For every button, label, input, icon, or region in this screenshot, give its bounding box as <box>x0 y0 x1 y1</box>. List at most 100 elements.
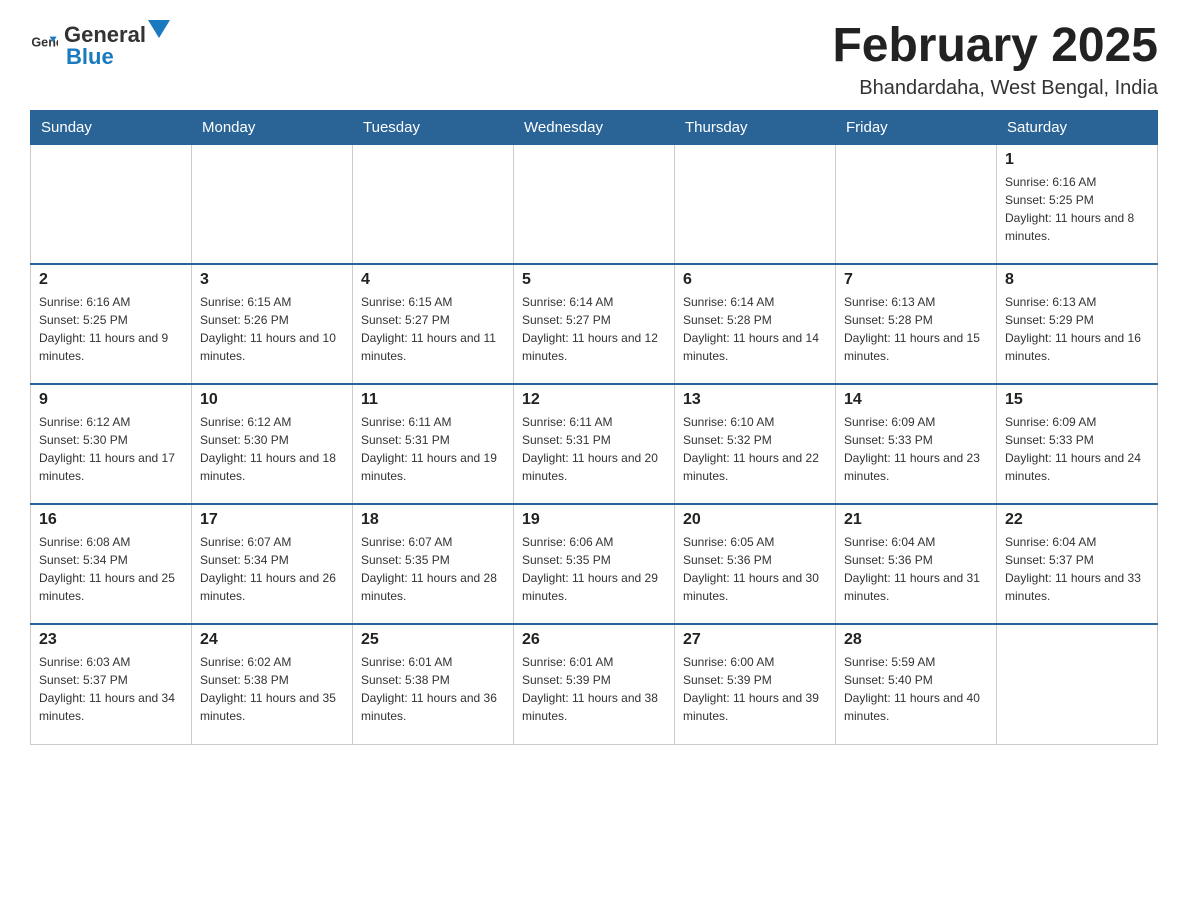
day-number: 23 <box>39 631 183 649</box>
calendar-cell <box>997 624 1158 744</box>
calendar-cell: 15 Sunrise: 6:09 AM Sunset: 5:33 PM Dayli… <box>997 384 1158 504</box>
calendar-week-row: 2 Sunrise: 6:16 AM Sunset: 5:25 PM Daylig… <box>31 264 1158 384</box>
day-number: 9 <box>39 391 183 409</box>
calendar-cell: 19 Sunrise: 6:06 AM Sunset: 5:35 PM Dayli… <box>514 504 675 624</box>
calendar-week-row: 9 Sunrise: 6:12 AM Sunset: 5:30 PM Daylig… <box>31 384 1158 504</box>
day-info: Sunrise: 6:15 AM Sunset: 5:26 PM Dayligh… <box>200 295 336 363</box>
weekday-header-saturday: Saturday <box>997 110 1158 144</box>
calendar-cell: 26Sunrise: 6:01 AM Sunset: 5:39 PM Dayli… <box>514 624 675 744</box>
weekday-header-thursday: Thursday <box>675 110 836 144</box>
day-info: Sunrise: 6:00 AM Sunset: 5:39 PM Dayligh… <box>683 655 819 723</box>
calendar-cell: 25Sunrise: 6:01 AM Sunset: 5:38 PM Dayli… <box>353 624 514 744</box>
day-info: Sunrise: 6:07 AM Sunset: 5:35 PM Dayligh… <box>361 535 497 603</box>
day-info: Sunrise: 6:05 AM Sunset: 5:36 PM Dayligh… <box>683 535 819 603</box>
day-number: 25 <box>361 631 505 649</box>
day-number: 5 <box>522 271 666 289</box>
calendar-table: SundayMondayTuesdayWednesdayThursdayFrid… <box>30 110 1158 745</box>
day-info: Sunrise: 6:16 AM Sunset: 5:25 PM Dayligh… <box>1005 175 1134 243</box>
day-number: 2 <box>39 271 183 289</box>
calendar-cell: 17 Sunrise: 6:07 AM Sunset: 5:34 PM Dayli… <box>192 504 353 624</box>
calendar-cell <box>192 144 353 264</box>
day-number: 10 <box>200 391 344 409</box>
calendar-cell: 20 Sunrise: 6:05 AM Sunset: 5:36 PM Dayli… <box>675 504 836 624</box>
calendar-week-row: 1 Sunrise: 6:16 AM Sunset: 5:25 PM Daylig… <box>31 144 1158 264</box>
day-number: 3 <box>200 271 344 289</box>
logo-triangle-icon <box>148 20 170 42</box>
day-number: 19 <box>522 511 666 529</box>
calendar-cell: 8 Sunrise: 6:13 AM Sunset: 5:29 PM Daylig… <box>997 264 1158 384</box>
weekday-header-tuesday: Tuesday <box>353 110 514 144</box>
day-number: 20 <box>683 511 827 529</box>
day-info: Sunrise: 6:11 AM Sunset: 5:31 PM Dayligh… <box>361 415 497 483</box>
calendar-cell: 6Sunrise: 6:14 AM Sunset: 5:28 PM Daylig… <box>675 264 836 384</box>
calendar-cell: 5 Sunrise: 6:14 AM Sunset: 5:27 PM Daylig… <box>514 264 675 384</box>
calendar-cell <box>675 144 836 264</box>
day-info: Sunrise: 6:04 AM Sunset: 5:36 PM Dayligh… <box>844 535 980 603</box>
calendar-cell: 28 Sunrise: 5:59 AM Sunset: 5:40 PM Dayli… <box>836 624 997 744</box>
calendar-cell: 21 Sunrise: 6:04 AM Sunset: 5:36 PM Dayli… <box>836 504 997 624</box>
day-info: Sunrise: 6:06 AM Sunset: 5:35 PM Dayligh… <box>522 535 658 603</box>
calendar-week-row: 16Sunrise: 6:08 AM Sunset: 5:34 PM Dayli… <box>31 504 1158 624</box>
day-number: 24 <box>200 631 344 649</box>
calendar-cell: 11 Sunrise: 6:11 AM Sunset: 5:31 PM Dayli… <box>353 384 514 504</box>
day-info: Sunrise: 6:12 AM Sunset: 5:30 PM Dayligh… <box>39 415 175 483</box>
day-number: 14 <box>844 391 988 409</box>
day-info: Sunrise: 6:13 AM Sunset: 5:29 PM Dayligh… <box>1005 295 1141 363</box>
day-number: 27 <box>683 631 827 649</box>
calendar-cell: 24 Sunrise: 6:02 AM Sunset: 5:38 PM Dayli… <box>192 624 353 744</box>
logo-blue-text: Blue <box>66 44 114 69</box>
month-title: February 2025 <box>832 20 1158 73</box>
day-number: 28 <box>844 631 988 649</box>
calendar-cell: 3 Sunrise: 6:15 AM Sunset: 5:26 PM Daylig… <box>192 264 353 384</box>
day-number: 4 <box>361 271 505 289</box>
day-info: Sunrise: 6:09 AM Sunset: 5:33 PM Dayligh… <box>1005 415 1141 483</box>
day-info: Sunrise: 6:14 AM Sunset: 5:27 PM Dayligh… <box>522 295 658 363</box>
day-number: 1 <box>1005 151 1149 169</box>
day-info: Sunrise: 6:09 AM Sunset: 5:33 PM Dayligh… <box>844 415 980 483</box>
calendar-cell: 16Sunrise: 6:08 AM Sunset: 5:34 PM Dayli… <box>31 504 192 624</box>
weekday-header-monday: Monday <box>192 110 353 144</box>
weekday-header-friday: Friday <box>836 110 997 144</box>
calendar-cell <box>836 144 997 264</box>
day-info: Sunrise: 6:01 AM Sunset: 5:39 PM Dayligh… <box>522 655 658 723</box>
calendar-cell <box>514 144 675 264</box>
day-info: Sunrise: 6:04 AM Sunset: 5:37 PM Dayligh… <box>1005 535 1141 603</box>
calendar-cell: 1 Sunrise: 6:16 AM Sunset: 5:25 PM Daylig… <box>997 144 1158 264</box>
day-number: 6 <box>683 271 827 289</box>
calendar-cell: 9 Sunrise: 6:12 AM Sunset: 5:30 PM Daylig… <box>31 384 192 504</box>
calendar-cell <box>31 144 192 264</box>
title-area: February 2025 Bhandardaha, West Bengal, … <box>832 20 1158 100</box>
day-number: 8 <box>1005 271 1149 289</box>
logo-icon: General <box>30 31 58 59</box>
calendar-cell: 12Sunrise: 6:11 AM Sunset: 5:31 PM Dayli… <box>514 384 675 504</box>
weekday-header-wednesday: Wednesday <box>514 110 675 144</box>
day-number: 12 <box>522 391 666 409</box>
day-number: 13 <box>683 391 827 409</box>
day-info: Sunrise: 6:02 AM Sunset: 5:38 PM Dayligh… <box>200 655 336 723</box>
calendar-cell: 7 Sunrise: 6:13 AM Sunset: 5:28 PM Daylig… <box>836 264 997 384</box>
day-info: Sunrise: 5:59 AM Sunset: 5:40 PM Dayligh… <box>844 655 980 723</box>
day-info: Sunrise: 6:08 AM Sunset: 5:34 PM Dayligh… <box>39 535 175 603</box>
day-number: 7 <box>844 271 988 289</box>
day-number: 18 <box>361 511 505 529</box>
day-info: Sunrise: 6:10 AM Sunset: 5:32 PM Dayligh… <box>683 415 819 483</box>
calendar-cell: 27 Sunrise: 6:00 AM Sunset: 5:39 PM Dayli… <box>675 624 836 744</box>
day-info: Sunrise: 6:16 AM Sunset: 5:25 PM Dayligh… <box>39 295 168 363</box>
calendar-cell: 2 Sunrise: 6:16 AM Sunset: 5:25 PM Daylig… <box>31 264 192 384</box>
calendar-cell: 13 Sunrise: 6:10 AM Sunset: 5:32 PM Dayli… <box>675 384 836 504</box>
day-info: Sunrise: 6:13 AM Sunset: 5:28 PM Dayligh… <box>844 295 980 363</box>
calendar-cell: 23 Sunrise: 6:03 AM Sunset: 5:37 PM Dayli… <box>31 624 192 744</box>
day-info: Sunrise: 6:03 AM Sunset: 5:37 PM Dayligh… <box>39 655 175 723</box>
day-number: 11 <box>361 391 505 409</box>
day-number: 17 <box>200 511 344 529</box>
calendar-cell <box>353 144 514 264</box>
day-info: Sunrise: 6:07 AM Sunset: 5:34 PM Dayligh… <box>200 535 336 603</box>
calendar-week-row: 23 Sunrise: 6:03 AM Sunset: 5:37 PM Dayli… <box>31 624 1158 744</box>
day-number: 15 <box>1005 391 1149 409</box>
calendar-cell: 10 Sunrise: 6:12 AM Sunset: 5:30 PM Dayli… <box>192 384 353 504</box>
day-number: 22 <box>1005 511 1149 529</box>
day-info: Sunrise: 6:12 AM Sunset: 5:30 PM Dayligh… <box>200 415 336 483</box>
logo: General General Blue <box>30 20 170 70</box>
weekday-header-row: SundayMondayTuesdayWednesdayThursdayFrid… <box>31 110 1158 144</box>
day-number: 21 <box>844 511 988 529</box>
